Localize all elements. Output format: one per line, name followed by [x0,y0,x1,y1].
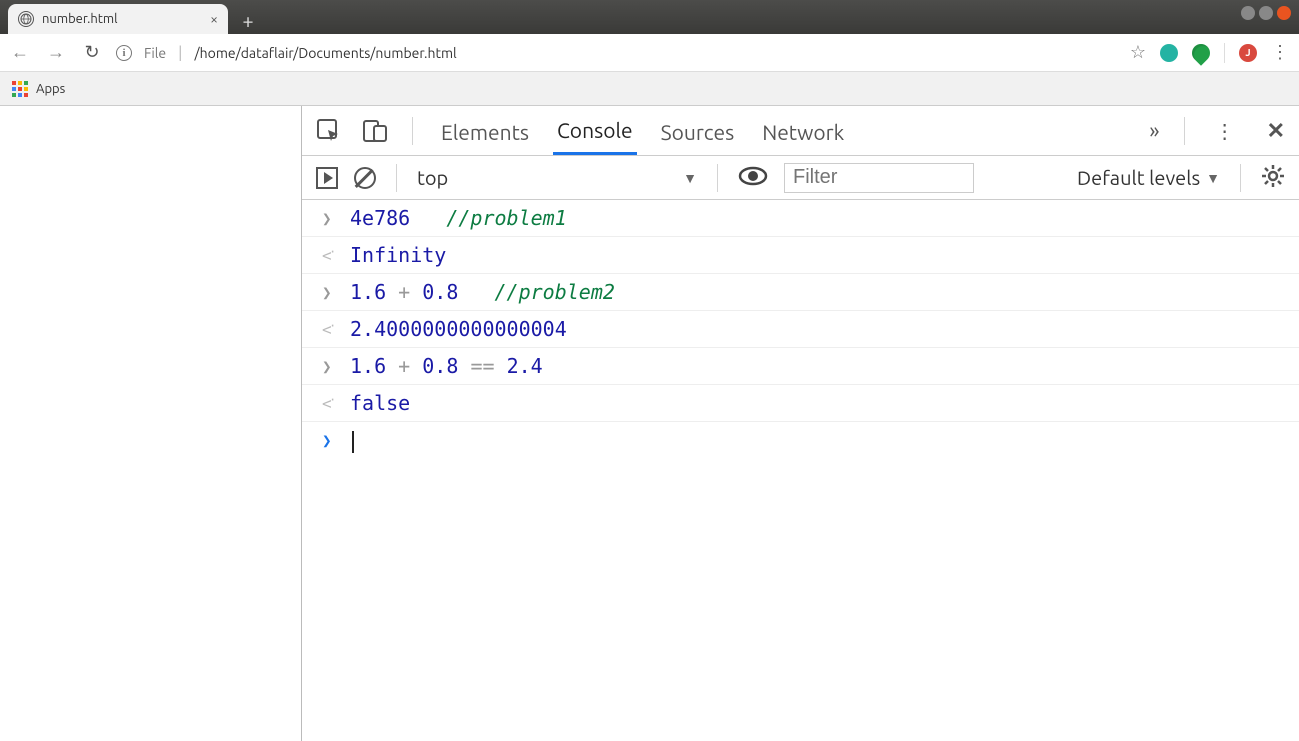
code-line: 4e786 //problem1 [350,206,567,230]
url-scheme: File [144,45,166,61]
console-settings-icon[interactable] [1261,164,1285,191]
output-marker-icon [322,317,336,339]
url-separator: | [178,44,182,62]
input-marker-icon [322,354,336,376]
console-output-row: false [302,385,1299,422]
site-info-icon[interactable]: i [116,45,132,61]
console-output-row: 2.4000000000000004 [302,311,1299,348]
profile-avatar[interactable]: J [1239,44,1257,62]
tab-title: number.html [42,12,118,26]
filter-input[interactable] [784,163,974,193]
chevron-down-icon: ▼ [1206,170,1220,186]
clear-console-icon[interactable] [354,167,376,189]
code-line: false [350,391,410,415]
code-line: 2.4000000000000004 [350,317,567,341]
extension-icon-1[interactable] [1160,44,1178,62]
devtools-tabbar: Elements Console Sources Network » ⋮ ✕ [302,106,1299,156]
minimize-button[interactable] [1241,6,1255,20]
log-levels-label: Default levels [1077,166,1200,189]
page-viewport [0,106,302,741]
more-tabs-icon[interactable]: » [1149,118,1159,143]
console-input[interactable] [350,428,354,453]
tab-elements[interactable]: Elements [437,108,533,154]
device-toggle-icon[interactable] [362,118,388,144]
code-line: 1.6 + 0.8 == 2.4 [350,354,543,378]
output-marker-icon [322,243,336,265]
inspect-element-icon[interactable] [316,118,342,144]
bookmark-star-icon[interactable]: ☆ [1130,42,1146,63]
devtools-panel: Elements Console Sources Network » ⋮ ✕ t… [302,106,1299,741]
live-expression-icon[interactable] [738,166,768,189]
apps-icon[interactable] [12,81,28,97]
divider [396,164,397,192]
context-label: top [417,166,448,189]
close-window-button[interactable] [1277,6,1291,20]
divider [1184,117,1185,145]
forward-button[interactable]: → [44,42,68,63]
maximize-button[interactable] [1259,6,1273,20]
window-controls [1241,6,1291,20]
reload-button[interactable]: ↻ [80,42,104,63]
tab-close-icon[interactable]: × [210,11,218,27]
bookmarks-bar: Apps [0,72,1299,106]
extension-icon-2[interactable] [1188,40,1213,65]
console-input-row: 4e786 //problem1 [302,200,1299,237]
devtools-close-icon[interactable]: ✕ [1267,118,1285,144]
output-marker-icon [322,391,336,413]
browser-menu-icon[interactable]: ⋮ [1271,42,1287,63]
console-prompt-row[interactable] [302,422,1299,459]
globe-icon [18,11,34,27]
new-tab-button[interactable]: + [234,6,262,34]
back-button[interactable]: ← [8,42,32,63]
divider [717,164,718,192]
console-output-row: Infinity [302,237,1299,274]
input-marker-icon [322,280,336,302]
devtools-menu-icon[interactable]: ⋮ [1215,119,1235,143]
console-input-row: 1.6 + 0.8 //problem2 [302,274,1299,311]
context-selector[interactable]: top ▼ [417,166,697,189]
execution-context-icon[interactable] [316,167,338,189]
divider [1240,164,1241,192]
log-levels-selector[interactable]: Default levels ▼ [1077,166,1220,189]
chevron-down-icon: ▼ [683,170,697,186]
code-line: Infinity [350,243,446,267]
tab-network[interactable]: Network [758,108,848,154]
divider [412,117,413,145]
apps-label[interactable]: Apps [36,82,65,96]
console-toolbar: top ▼ Default levels ▼ [302,156,1299,200]
url-path[interactable]: /home/dataflair/Documents/number.html [194,45,1117,61]
input-marker-icon [322,206,336,228]
window-titlebar: number.html × + [0,0,1299,34]
tab-sources[interactable]: Sources [657,108,739,154]
toolbar-divider [1224,43,1225,63]
address-bar: ← → ↻ i File | /home/dataflair/Documents… [0,34,1299,72]
code-line: 1.6 + 0.8 //problem2 [350,280,615,304]
console-log[interactable]: 4e786 //problem1 Infinity 1.6 + 0.8 //prob… [302,200,1299,741]
prompt-marker-icon [322,428,336,450]
browser-tab[interactable]: number.html × [8,4,228,34]
console-input-row: 1.6 + 0.8 == 2.4 [302,348,1299,385]
tab-console[interactable]: Console [553,106,637,155]
